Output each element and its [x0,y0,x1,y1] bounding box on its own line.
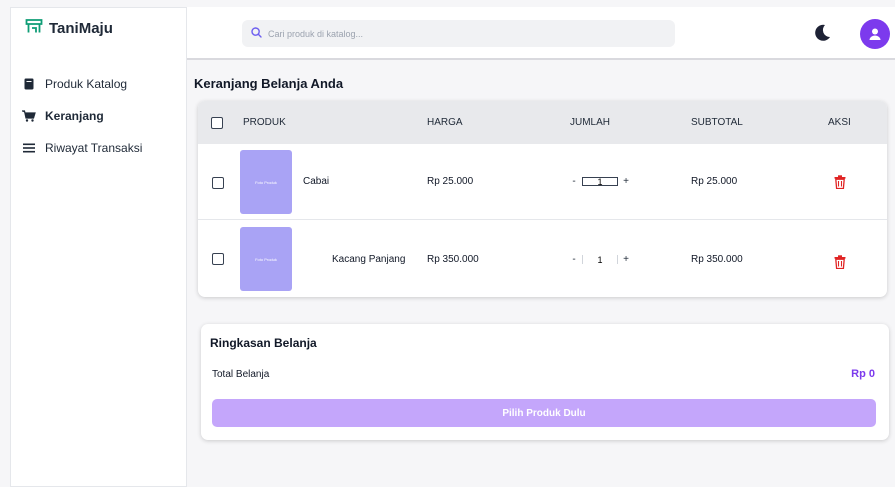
sidebar-item-label: Produk Katalog [45,77,128,91]
decrease-qty-button[interactable]: - [571,176,577,187]
increase-qty-button[interactable]: + [623,254,629,265]
book-icon [22,77,36,91]
app-name: TaniMaju [49,20,113,37]
page-title: Keranjang Belanja Anda [194,76,344,91]
quantity-input[interactable] [582,255,618,264]
search-icon [251,25,262,43]
column-header-price: HARGA [427,117,463,128]
product-name[interactable]: Cabai [303,176,329,187]
column-header-product: PRODUK [243,117,286,128]
product-price: Rp 25.000 [427,176,474,187]
increase-qty-button[interactable]: + [623,176,629,187]
select-all-checkbox[interactable] [211,117,223,129]
table-row: Foto Produk Kacang Panjang Rp 350.000 - … [198,221,887,297]
decrease-qty-button[interactable]: - [571,254,577,265]
sidebar-item-riwayat-transaksi[interactable]: Riwayat Transaksi [22,132,172,164]
product-thumbnail: Foto Produk [240,227,292,291]
column-header-action: AKSI [828,117,851,128]
quantity-stepper: - + [571,254,629,265]
total-label: Total Belanja [212,369,270,380]
sidebar-item-label: Keranjang [45,109,104,123]
delete-icon[interactable] [834,255,846,270]
sidebar-nav: Produk Katalog Keranjang Riwayat Transak… [22,68,172,164]
delete-icon[interactable] [834,175,846,190]
cart-summary: Ringkasan Belanja Total Belanja Rp 0 Pil… [201,324,889,440]
shop-logo-icon [25,18,43,39]
cart-table-header: PRODUK HARGA JUMLAH SUBTOTAL AKSI [198,101,887,144]
product-thumbnail: Foto Produk [240,150,292,214]
search-input[interactable] [268,28,648,39]
total-value: Rp 0 [851,368,875,380]
quantity-stepper: - + [571,176,629,187]
list-icon [22,141,36,155]
search-bar[interactable] [242,20,675,47]
product-name[interactable]: Kacang Panjang [332,254,405,265]
item-checkbox[interactable] [212,253,224,265]
cart-table: PRODUK HARGA JUMLAH SUBTOTAL AKSI Foto P… [198,101,887,297]
item-checkbox[interactable] [212,177,224,189]
user-icon [869,28,881,40]
checkout-button[interactable]: Pilih Produk Dulu [212,399,876,427]
cart-icon [22,109,36,123]
brand-logo[interactable]: TaniMaju [25,18,113,39]
top-header [187,7,895,60]
item-subtotal: Rp 350.000 [691,254,743,265]
item-subtotal: Rp 25.000 [691,176,738,187]
dark-mode-toggle-icon[interactable] [811,22,833,44]
user-avatar[interactable] [860,19,890,49]
sidebar-item-produk-katalog[interactable]: Produk Katalog [22,68,172,100]
column-header-qty: JUMLAH [570,117,611,128]
sidebar-item-keranjang[interactable]: Keranjang [22,100,172,132]
column-header-subtotal: SUBTOTAL [691,117,743,128]
quantity-input[interactable] [582,177,618,186]
product-price: Rp 350.000 [427,254,479,265]
table-row: Foto Produk Cabai Rp 25.000 - + Rp 25.00… [198,144,887,220]
sidebar-item-label: Riwayat Transaksi [45,141,143,155]
thumbnail-label: Foto Produk [255,179,277,185]
summary-title: Ringkasan Belanja [210,336,317,350]
thumbnail-label: Foto Produk [255,256,277,262]
